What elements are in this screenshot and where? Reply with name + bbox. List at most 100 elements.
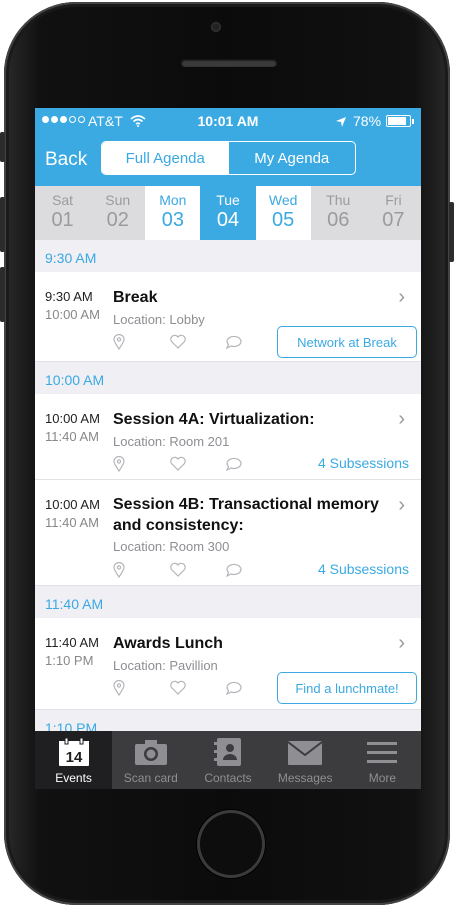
tab-events[interactable]: 14 Events	[35, 731, 113, 789]
tab-messages[interactable]: Messages	[267, 731, 344, 789]
event-title: Session 4B: Transactional memory and con…	[113, 496, 379, 534]
day-name: Fri	[385, 192, 402, 208]
agenda-segmented-control: Full Agenda My Agenda	[101, 141, 356, 175]
day-number: 01	[51, 209, 74, 231]
day-selector: Sat 01 Sun 02 Mon 03 Tue 04 Wed 05 Thu 06 Fri 0…	[35, 186, 421, 240]
location-pin-icon[interactable]	[113, 680, 125, 696]
agenda-item-session-4a[interactable]: 10:00 AM 11:40 AM Session 4A: Virtualiza…	[35, 394, 421, 480]
tab-label: Messages	[277, 771, 333, 785]
chevron-right-icon: ›	[398, 286, 405, 308]
event-actions	[113, 333, 281, 351]
end-time: 1:10 PM	[45, 653, 94, 668]
subsessions-link[interactable]: 4 Subsessions	[318, 561, 409, 577]
day-name: Thu	[326, 192, 351, 208]
time-section-header: 10:00 AM	[35, 362, 421, 394]
location-pin-icon[interactable]	[113, 456, 125, 472]
back-button[interactable]: Back	[45, 149, 87, 171]
front-camera	[211, 22, 221, 32]
agenda-item-session-4b[interactable]: 10:00 AM 11:40 AM Session 4B: Transactio…	[35, 480, 421, 586]
event-location: Location: Room 300	[113, 539, 230, 554]
chevron-right-icon: ›	[398, 632, 405, 654]
day-wed[interactable]: Wed 05	[255, 186, 311, 240]
agenda-item-awards-lunch[interactable]: 11:40 AM 1:10 PM Awards Lunch › Location…	[35, 618, 421, 710]
time-section-header: 9:30 AM	[35, 240, 421, 272]
location-pin-icon[interactable]	[113, 334, 125, 350]
comment-icon[interactable]	[225, 334, 243, 350]
subsessions-link[interactable]: 4 Subsessions	[318, 455, 409, 471]
battery-icon	[386, 115, 414, 127]
mute-switch	[0, 132, 5, 162]
envelope-icon	[287, 741, 323, 765]
agenda-list: 9:30 AM 9:30 AM 10:00 AM Break › Locatio…	[35, 240, 421, 731]
heart-icon[interactable]	[169, 562, 187, 578]
calendar-icon: 14	[58, 737, 89, 766]
tab-label: Events	[55, 771, 92, 785]
location-arrow-icon	[336, 117, 346, 127]
find-lunchmate-button[interactable]: Find a lunchmate!	[277, 672, 417, 704]
comment-icon[interactable]	[225, 456, 243, 472]
day-number: 07	[382, 209, 405, 231]
app-screen: AT&T 10:01 AM 78% Back Full Agenda My Ag…	[35, 108, 421, 789]
day-number: 02	[106, 209, 129, 231]
event-title: Session 4A: Virtualization:	[113, 411, 315, 428]
power-button	[449, 202, 454, 262]
day-tue[interactable]: Tue 04	[200, 186, 256, 240]
day-thu[interactable]: Thu 06	[310, 186, 366, 240]
camera-icon	[134, 740, 167, 765]
day-mon[interactable]: Mon 03	[145, 186, 201, 240]
day-sat[interactable]: Sat 01	[35, 186, 91, 240]
comment-icon[interactable]	[225, 562, 243, 578]
tab-more[interactable]: More	[344, 731, 421, 789]
agenda-item-break[interactable]: 9:30 AM 10:00 AM Break › Location: Lobby…	[35, 272, 421, 362]
heart-icon[interactable]	[169, 334, 187, 350]
comment-icon[interactable]	[225, 680, 243, 696]
heart-icon[interactable]	[169, 456, 187, 472]
tab-bar: 14 Events Scan card Contacts Messages Mo…	[35, 731, 421, 789]
home-button[interactable]	[197, 810, 265, 878]
end-time: 11:40 AM	[45, 429, 99, 444]
end-time: 10:00 AM	[45, 307, 100, 322]
day-number: 04	[216, 209, 240, 231]
day-name: Sun	[105, 192, 131, 208]
start-time: 10:00 AM	[45, 411, 100, 426]
tab-label: More	[368, 771, 397, 785]
status-bar: AT&T 10:01 AM 78%	[35, 112, 421, 130]
event-actions	[113, 679, 281, 697]
event-title: Break	[113, 289, 158, 306]
earpiece-speaker	[181, 59, 277, 67]
event-location: Location: Lobby	[113, 312, 205, 327]
chevron-right-icon: ›	[398, 494, 405, 516]
my-agenda-tab[interactable]: My Agenda	[229, 142, 356, 174]
start-time: 9:30 AM	[45, 289, 93, 304]
day-name: Mon	[159, 192, 187, 208]
volume-down-button	[0, 267, 5, 322]
time-section-header: 11:40 AM	[35, 586, 421, 618]
day-name: Wed	[268, 192, 298, 208]
day-number: 03	[161, 209, 184, 231]
contacts-book-icon	[214, 738, 241, 766]
chevron-right-icon: ›	[398, 408, 405, 430]
tab-label: Contacts	[204, 771, 252, 785]
start-time: 10:00 AM	[45, 497, 100, 512]
event-actions	[113, 561, 281, 579]
event-actions	[113, 455, 281, 473]
time-section-header: 1:10 PM	[35, 710, 421, 731]
tab-label: Scan card	[123, 771, 178, 785]
heart-icon[interactable]	[169, 680, 187, 696]
day-number: 06	[327, 209, 350, 231]
end-time: 11:40 AM	[45, 515, 99, 530]
tab-scan-card[interactable]: Scan card	[112, 731, 189, 789]
event-title: Awards Lunch	[113, 635, 223, 652]
calendar-badge-text: 14	[65, 749, 82, 766]
network-at-break-button[interactable]: Network at Break	[277, 326, 417, 358]
battery-percent: 78%	[353, 113, 382, 129]
day-name: Sat	[52, 192, 74, 208]
location-pin-icon[interactable]	[113, 562, 125, 578]
day-sun[interactable]: Sun 02	[90, 186, 146, 240]
day-fri[interactable]: Fri 07	[365, 186, 421, 240]
full-agenda-tab[interactable]: Full Agenda	[102, 142, 229, 174]
event-location: Location: Pavillion	[113, 658, 218, 673]
header: AT&T 10:01 AM 78% Back Full Agenda My Ag…	[35, 108, 421, 186]
tab-contacts[interactable]: Contacts	[189, 731, 266, 789]
day-name: Tue	[216, 192, 240, 208]
